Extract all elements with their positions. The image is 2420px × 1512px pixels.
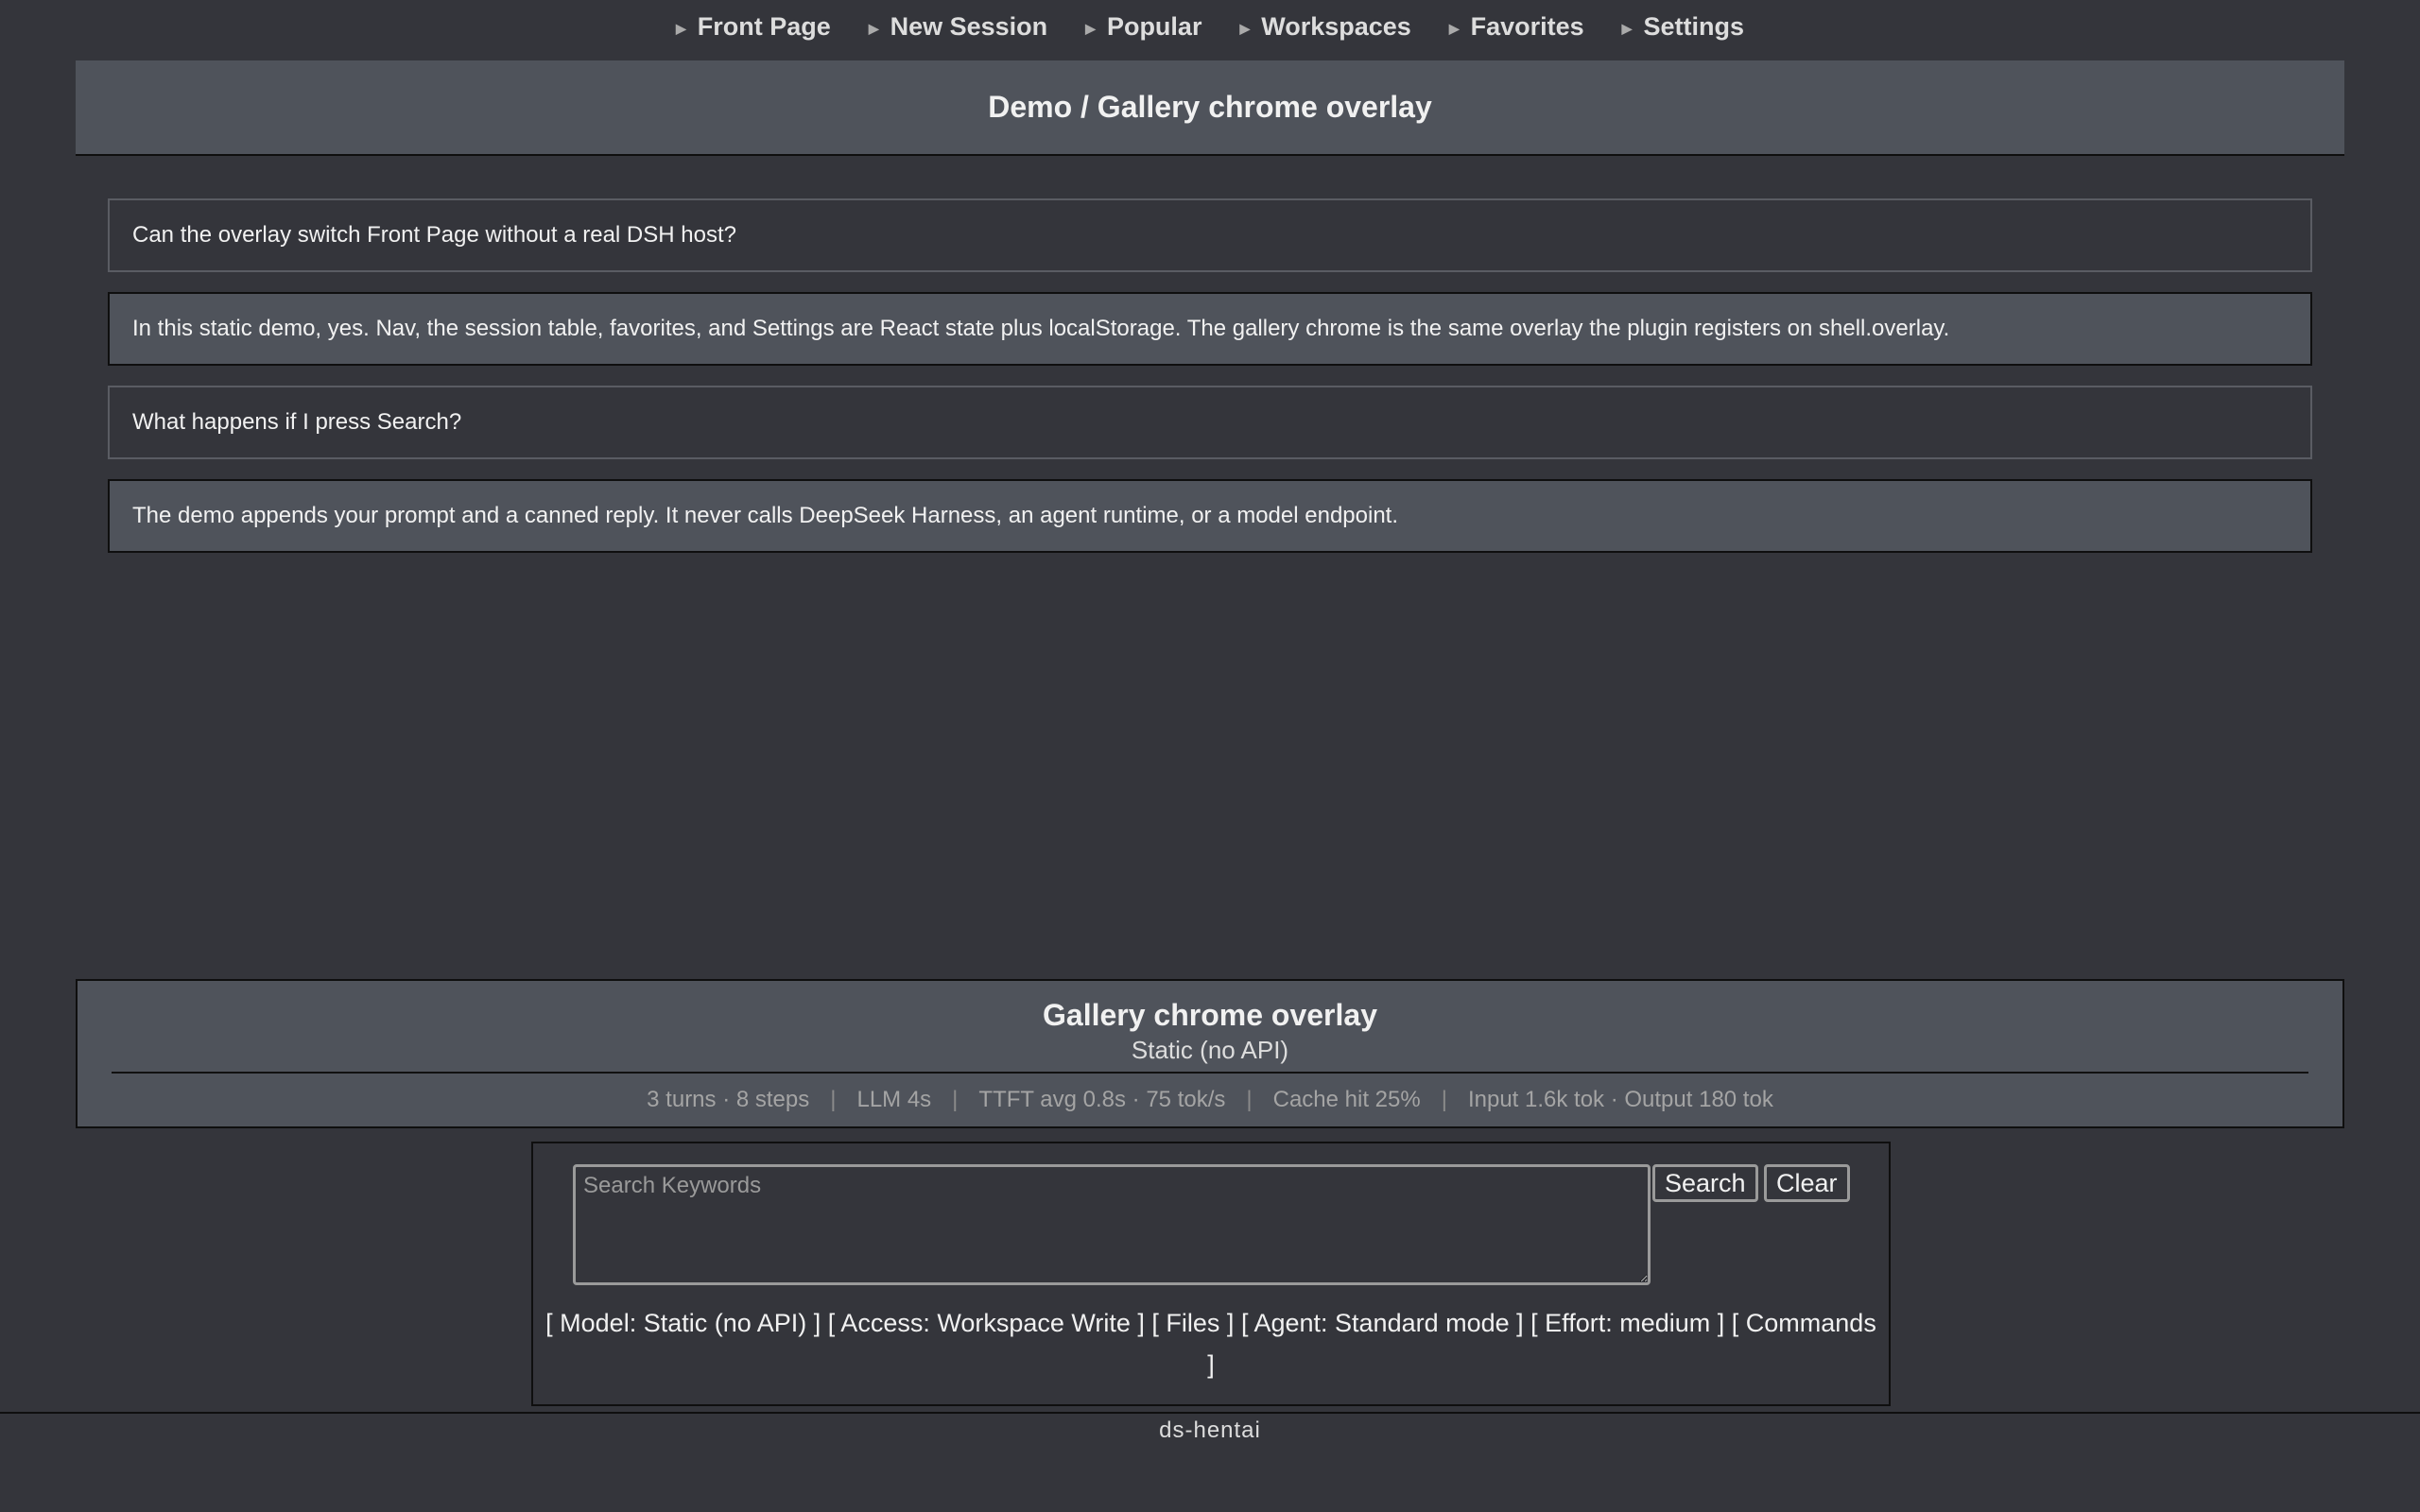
- assistant-message: In this static demo, yes. Nav, the sessi…: [108, 292, 2312, 366]
- nav-item-label: Popular: [1106, 11, 1202, 41]
- triangle-right-icon: ▶: [676, 20, 686, 36]
- effort-option[interactable]: [ Effort: medium ]: [1530, 1309, 1724, 1337]
- overlay-divider: [112, 1072, 2308, 1074]
- nav-item-label: Workspaces: [1261, 11, 1411, 41]
- page-title: Demo / Gallery chrome overlay: [988, 90, 1432, 124]
- search-button[interactable]: Search: [1652, 1164, 1758, 1202]
- nav-item-new-session[interactable]: ▶ New Session: [869, 12, 1047, 42]
- footer-text: ds-hentai: [1159, 1418, 1261, 1443]
- overlay-title: Gallery chrome overlay: [1043, 998, 1377, 1032]
- session-stats: 3 turns · 8 steps | LLM 4s | TTFT avg 0.…: [78, 1087, 2342, 1113]
- model-option[interactable]: [ Model: Static (no API) ]: [545, 1309, 821, 1337]
- triangle-right-icon: ▶: [868, 20, 879, 36]
- message-text: What happens if I press Search?: [132, 409, 462, 435]
- nav-item-label: Settings: [1643, 11, 1744, 41]
- nav-item-label: Favorites: [1470, 11, 1584, 41]
- files-option[interactable]: [ Files ]: [1151, 1309, 1234, 1337]
- stat-separator: |: [952, 1087, 959, 1112]
- triangle-right-icon: ▶: [1239, 20, 1251, 36]
- stat-separator: |: [1246, 1087, 1253, 1112]
- stat-separator: |: [1441, 1087, 1447, 1112]
- top-nav: ▶ Front Page ▶ New Session ▶ Popular ▶ W…: [0, 0, 2420, 53]
- search-panel: Search Clear [ Model: Static (no API) ] …: [531, 1142, 1891, 1406]
- access-option[interactable]: [ Access: Workspace Write ]: [828, 1309, 1145, 1337]
- overlay-subtitle: Static (no API): [1131, 1036, 1289, 1064]
- stat-cache-hit: Cache hit 25%: [1272, 1087, 1421, 1112]
- triangle-right-icon: ▶: [1621, 20, 1633, 36]
- nav-item-workspaces[interactable]: ▶ Workspaces: [1239, 12, 1410, 42]
- nav-item-settings[interactable]: ▶ Settings: [1622, 12, 1744, 42]
- message-text: Can the overlay switch Front Page withou…: [132, 222, 736, 248]
- assistant-message: The demo appends your prompt and a canne…: [108, 479, 2312, 553]
- nav-item-label: Front Page: [697, 11, 831, 41]
- message-list: Can the overlay switch Front Page withou…: [108, 198, 2312, 573]
- user-message: What happens if I press Search?: [108, 386, 2312, 459]
- search-input[interactable]: [573, 1164, 1651, 1285]
- triangle-right-icon: ▶: [1085, 20, 1096, 36]
- nav-item-front-page[interactable]: ▶ Front Page: [676, 12, 831, 42]
- footer-divider: [0, 1412, 2420, 1414]
- stat-tokens: Input 1.6k tok · Output 180 tok: [1467, 1087, 1773, 1112]
- page-header: Demo / Gallery chrome overlay: [76, 60, 2344, 156]
- nav-item-popular[interactable]: ▶ Popular: [1085, 12, 1201, 42]
- clear-button[interactable]: Clear: [1764, 1164, 1850, 1202]
- agent-option[interactable]: [ Agent: Standard mode ]: [1241, 1309, 1524, 1337]
- user-message: Can the overlay switch Front Page withou…: [108, 198, 2312, 272]
- stat-llm-time: LLM 4s: [856, 1087, 932, 1112]
- message-text: The demo appends your prompt and a canne…: [132, 503, 1399, 528]
- message-text: In this static demo, yes. Nav, the sessi…: [132, 316, 1950, 341]
- gallery-overlay-panel: Gallery chrome overlay Static (no API) 3…: [76, 979, 2344, 1128]
- stat-ttft: TTFT avg 0.8s · 75 tok/s: [978, 1087, 1226, 1112]
- session-options: [ Model: Static (no API) ] [ Access: Wor…: [533, 1302, 1889, 1385]
- nav-item-favorites[interactable]: ▶ Favorites: [1449, 12, 1584, 42]
- stat-turns-steps: 3 turns · 8 steps: [647, 1087, 810, 1112]
- nav-item-label: New Session: [890, 11, 1048, 41]
- triangle-right-icon: ▶: [1448, 20, 1460, 36]
- stat-separator: |: [830, 1087, 837, 1112]
